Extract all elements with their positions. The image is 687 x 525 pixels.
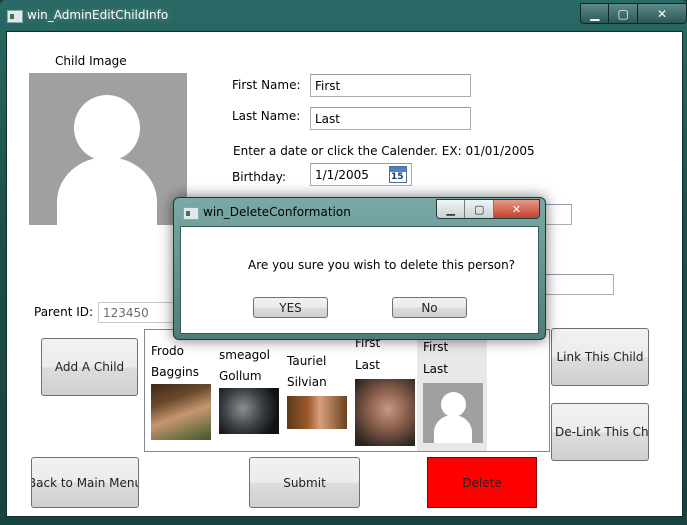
calendar-day: 15 xyxy=(391,172,404,182)
dialog-app-icon xyxy=(183,207,199,220)
child-image-label: Child Image xyxy=(55,54,127,68)
no-button[interactable]: No xyxy=(392,297,467,318)
dialog-maximize-button[interactable]: ▢ xyxy=(465,200,494,218)
window-title: win_AdminEditChildInfo xyxy=(27,8,169,22)
frodo-photo xyxy=(151,384,211,440)
dialog-caption-buttons: ▁ ▢ ✕ xyxy=(436,199,540,219)
yes-button[interactable]: YES xyxy=(253,297,328,318)
default-avatar-icon xyxy=(423,383,483,443)
child-last-name: Last xyxy=(355,358,380,372)
parent-id-input[interactable]: 123450 xyxy=(98,302,178,323)
submit-button[interactable]: Submit xyxy=(249,457,360,508)
dialog-close-button[interactable]: ✕ xyxy=(493,200,539,218)
gollum-photo xyxy=(219,388,279,434)
first-name-input[interactable]: First xyxy=(310,74,471,97)
app-icon xyxy=(7,10,23,23)
dialog-client-area: Are you sure you wish to delete this per… xyxy=(180,226,539,334)
list-item-child-3[interactable]: Tauriel Silvian xyxy=(281,330,349,451)
tauriel-photo xyxy=(287,396,347,429)
child-last-name: Last xyxy=(423,362,448,376)
list-item-child-2[interactable]: smeagol Gollum xyxy=(213,330,281,451)
first-name-label: First Name: xyxy=(232,78,301,92)
child-image-avatar-icon xyxy=(29,73,187,225)
child-first-name: smeagol xyxy=(219,348,270,362)
birthday-value: 1/1/2005 xyxy=(315,167,369,182)
child-first-name: First xyxy=(423,340,449,354)
parent-id-label: Parent ID: xyxy=(34,305,94,319)
child-last-name: Silvian xyxy=(287,375,327,389)
birthday-label: Birthday: xyxy=(232,170,287,184)
old-man-photo xyxy=(355,379,415,446)
caption-buttons: ▁ ▢ ✕ xyxy=(580,3,687,24)
dialog-minimize-button[interactable]: ▁ xyxy=(437,200,466,218)
back-main-menu-button[interactable]: Back to Main Menu xyxy=(31,457,139,508)
last-name-input[interactable]: Last xyxy=(310,107,471,130)
list-item-child-4[interactable]: First Last xyxy=(349,330,417,451)
birthday-datepicker[interactable]: 1/1/2005 15 xyxy=(310,163,412,186)
child-last-name: Gollum xyxy=(219,369,262,383)
date-hint-text: Enter a date or click the Calender. EX: … xyxy=(233,144,535,158)
maximize-button[interactable]: ▢ xyxy=(609,4,638,23)
list-item-child-1[interactable]: Frodo Baggins xyxy=(145,330,213,451)
close-button[interactable]: ✕ xyxy=(637,4,686,23)
child-last-name: Baggins xyxy=(151,365,200,379)
delink-child-button[interactable]: De-Link This Child xyxy=(551,403,649,461)
child-list[interactable]: Frodo Baggins smeagol Gollum Tauriel Sil… xyxy=(144,329,550,452)
delete-button[interactable]: Delete xyxy=(427,457,537,508)
calendar-icon[interactable]: 15 xyxy=(389,166,407,183)
list-item-child-5[interactable]: First Last xyxy=(417,330,487,451)
dialog-message: Are you sure you wish to delete this per… xyxy=(248,258,516,272)
dialog-title: win_DeleteConformation xyxy=(203,205,351,219)
delete-confirmation-dialog: win_DeleteConformation ▁ ▢ ✕ Are you sur… xyxy=(173,197,546,340)
link-child-button[interactable]: Link This Child xyxy=(551,328,649,386)
last-name-label: Last Name: xyxy=(232,109,301,123)
child-first-name: Frodo xyxy=(151,344,184,358)
child-first-name: Tauriel xyxy=(287,354,327,368)
minimize-button[interactable]: ▁ xyxy=(581,4,610,23)
add-child-button[interactable]: Add A Child xyxy=(41,338,138,396)
